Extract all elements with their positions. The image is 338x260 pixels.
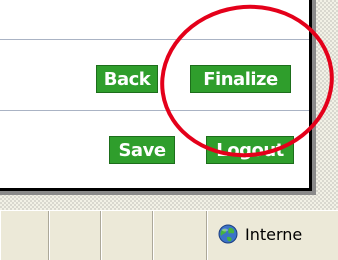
secondary-actions-row: Save Logout <box>0 111 309 185</box>
finalize-button[interactable]: Finalize <box>190 65 291 93</box>
status-panel <box>153 211 207 260</box>
status-panel <box>101 211 153 260</box>
back-button[interactable]: Back <box>96 65 158 93</box>
status-panel <box>0 211 49 260</box>
status-panel <box>49 211 101 260</box>
app-window: Back Finalize Save Logout <box>0 0 312 191</box>
save-button[interactable]: Save <box>109 136 175 164</box>
globe-icon <box>218 224 238 244</box>
logout-button[interactable]: Logout <box>206 136 294 164</box>
primary-actions-row: Back Finalize <box>0 39 309 111</box>
security-zone-label: Interne <box>245 225 303 244</box>
security-zone-panel[interactable]: Interne <box>207 211 338 260</box>
browser-status-bar: Interne <box>0 210 338 260</box>
